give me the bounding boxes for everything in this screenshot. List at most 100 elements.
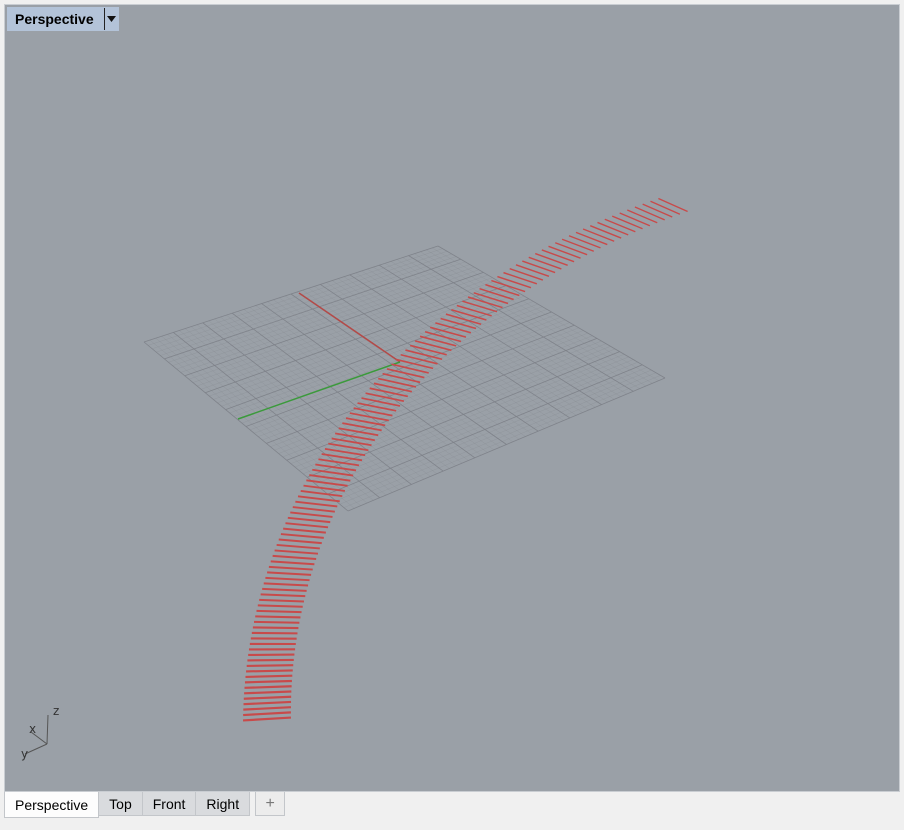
curve-strip — [252, 626, 299, 630]
curve-strip — [634, 206, 665, 221]
curve-strip — [597, 221, 629, 236]
curve-strip — [328, 442, 369, 452]
curve-strip — [244, 685, 292, 689]
grid-line — [408, 255, 634, 392]
curve-strip — [528, 256, 562, 270]
curve-strip — [303, 484, 346, 492]
grid-line — [373, 266, 596, 408]
curve-strip — [244, 679, 292, 684]
curve-strip — [604, 218, 636, 233]
curve-strip — [619, 212, 651, 227]
curve-surface-strips — [242, 197, 688, 722]
curve-strip — [268, 565, 313, 571]
y-axis-line — [237, 361, 401, 420]
grid-line — [331, 367, 647, 498]
curve-strip — [491, 279, 526, 293]
viewport-canvas[interactable]: z x y — [5, 5, 899, 791]
triangle-down-icon[interactable] — [103, 8, 119, 30]
curve-strip — [256, 609, 302, 614]
curve-strip — [290, 511, 333, 518]
curve-strip — [254, 620, 300, 624]
curve-strip — [274, 549, 319, 555]
curve-strip — [642, 203, 673, 218]
grid-line — [286, 338, 598, 461]
tab-perspective[interactable]: Perspective — [4, 792, 100, 818]
curve-strip — [270, 560, 315, 566]
curve-strip — [658, 197, 688, 213]
plus-icon[interactable]: + — [255, 792, 286, 816]
curve-strip — [300, 490, 343, 498]
curve-strip — [276, 543, 320, 550]
curve-strip — [244, 690, 292, 695]
curve-strip — [509, 268, 544, 281]
viewport-title-bar[interactable]: Perspective — [7, 7, 119, 31]
curve-strip — [561, 238, 595, 252]
curve-strip — [246, 669, 293, 673]
tab-right[interactable]: Right — [195, 792, 251, 816]
curve-strip — [262, 587, 307, 592]
curve-strip — [260, 593, 306, 598]
curve-strip — [257, 604, 303, 608]
curve-strip — [243, 711, 291, 717]
curve-strip — [497, 275, 532, 289]
curve-strip — [247, 658, 294, 662]
curve-strip — [424, 331, 462, 343]
grid-line — [282, 335, 593, 458]
curve-strip — [263, 582, 309, 587]
curve-strip — [568, 235, 601, 249]
curve-strip — [259, 598, 304, 603]
curve-strip — [503, 271, 538, 285]
grid-line — [355, 272, 577, 416]
viewport-tab-bar: Perspective Top Front Right + — [4, 792, 900, 822]
curve-strip — [246, 664, 294, 667]
curve-strip — [650, 200, 681, 215]
grid-line — [420, 251, 647, 387]
curve-strip — [555, 242, 588, 256]
axes-y-label: y — [21, 747, 28, 761]
curve-strip — [280, 533, 324, 539]
curve-strip — [575, 231, 608, 246]
curve-strip — [295, 500, 338, 508]
tab-front[interactable]: Front — [141, 792, 197, 816]
curve-strip — [548, 245, 581, 259]
grid-line — [323, 361, 638, 491]
curve-strip — [242, 716, 292, 722]
curve-strip — [267, 571, 312, 576]
curve-strip — [541, 249, 575, 263]
curve-strip — [309, 474, 351, 482]
grid-line — [343, 276, 564, 421]
grid-line — [361, 270, 583, 413]
curve-strip — [627, 209, 658, 224]
grid-line — [335, 369, 652, 502]
axes-x-label: x — [29, 722, 36, 736]
curve-strip — [292, 506, 335, 513]
grid-line — [426, 249, 653, 384]
curve-strip — [522, 260, 556, 274]
curve-strip — [324, 447, 366, 457]
curve-strip — [589, 225, 622, 239]
curve-strip — [245, 674, 293, 678]
curve-strip — [479, 287, 514, 301]
curve-strip — [243, 706, 291, 711]
curve-strip — [535, 252, 568, 266]
grid-line — [390, 261, 615, 400]
grid-line — [347, 377, 666, 512]
curve-strip — [265, 576, 310, 582]
curve-strip — [582, 228, 615, 242]
curve-strip — [283, 527, 326, 534]
grid-line — [319, 359, 634, 488]
curve-strip — [278, 538, 322, 545]
viewport-title[interactable]: Perspective — [15, 11, 94, 27]
curve-strip — [306, 479, 348, 487]
curve-strip — [285, 522, 329, 529]
axes-z-label: z — [53, 704, 59, 718]
curve-strip — [272, 554, 317, 560]
tab-top[interactable]: Top — [98, 792, 143, 816]
curve-strip — [243, 700, 292, 706]
curve-strip — [255, 615, 301, 619]
perspective-viewport[interactable]: z x y Perspective — [4, 4, 900, 792]
curve-strip — [611, 215, 643, 230]
curve-strip — [243, 695, 292, 700]
curve-strip — [429, 326, 467, 338]
curve-strip — [287, 516, 331, 524]
